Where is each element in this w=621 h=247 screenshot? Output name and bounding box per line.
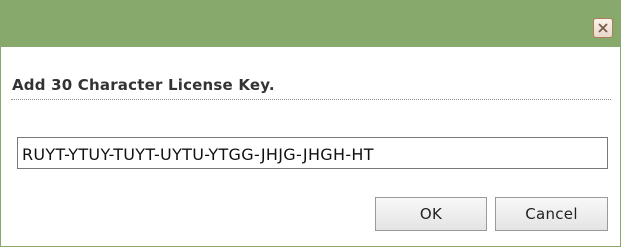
close-icon bbox=[598, 23, 608, 33]
close-button[interactable] bbox=[593, 18, 613, 38]
cancel-button[interactable]: Cancel bbox=[495, 197, 608, 231]
license-key-dialog: Add 30 Character License Key. OK Cancel bbox=[0, 0, 621, 247]
dialog-heading: Add 30 Character License Key. bbox=[12, 76, 275, 94]
ok-button[interactable]: OK bbox=[375, 197, 487, 231]
heading-divider bbox=[11, 99, 611, 100]
dialog-titlebar bbox=[1, 1, 620, 47]
license-key-input[interactable] bbox=[17, 137, 608, 169]
